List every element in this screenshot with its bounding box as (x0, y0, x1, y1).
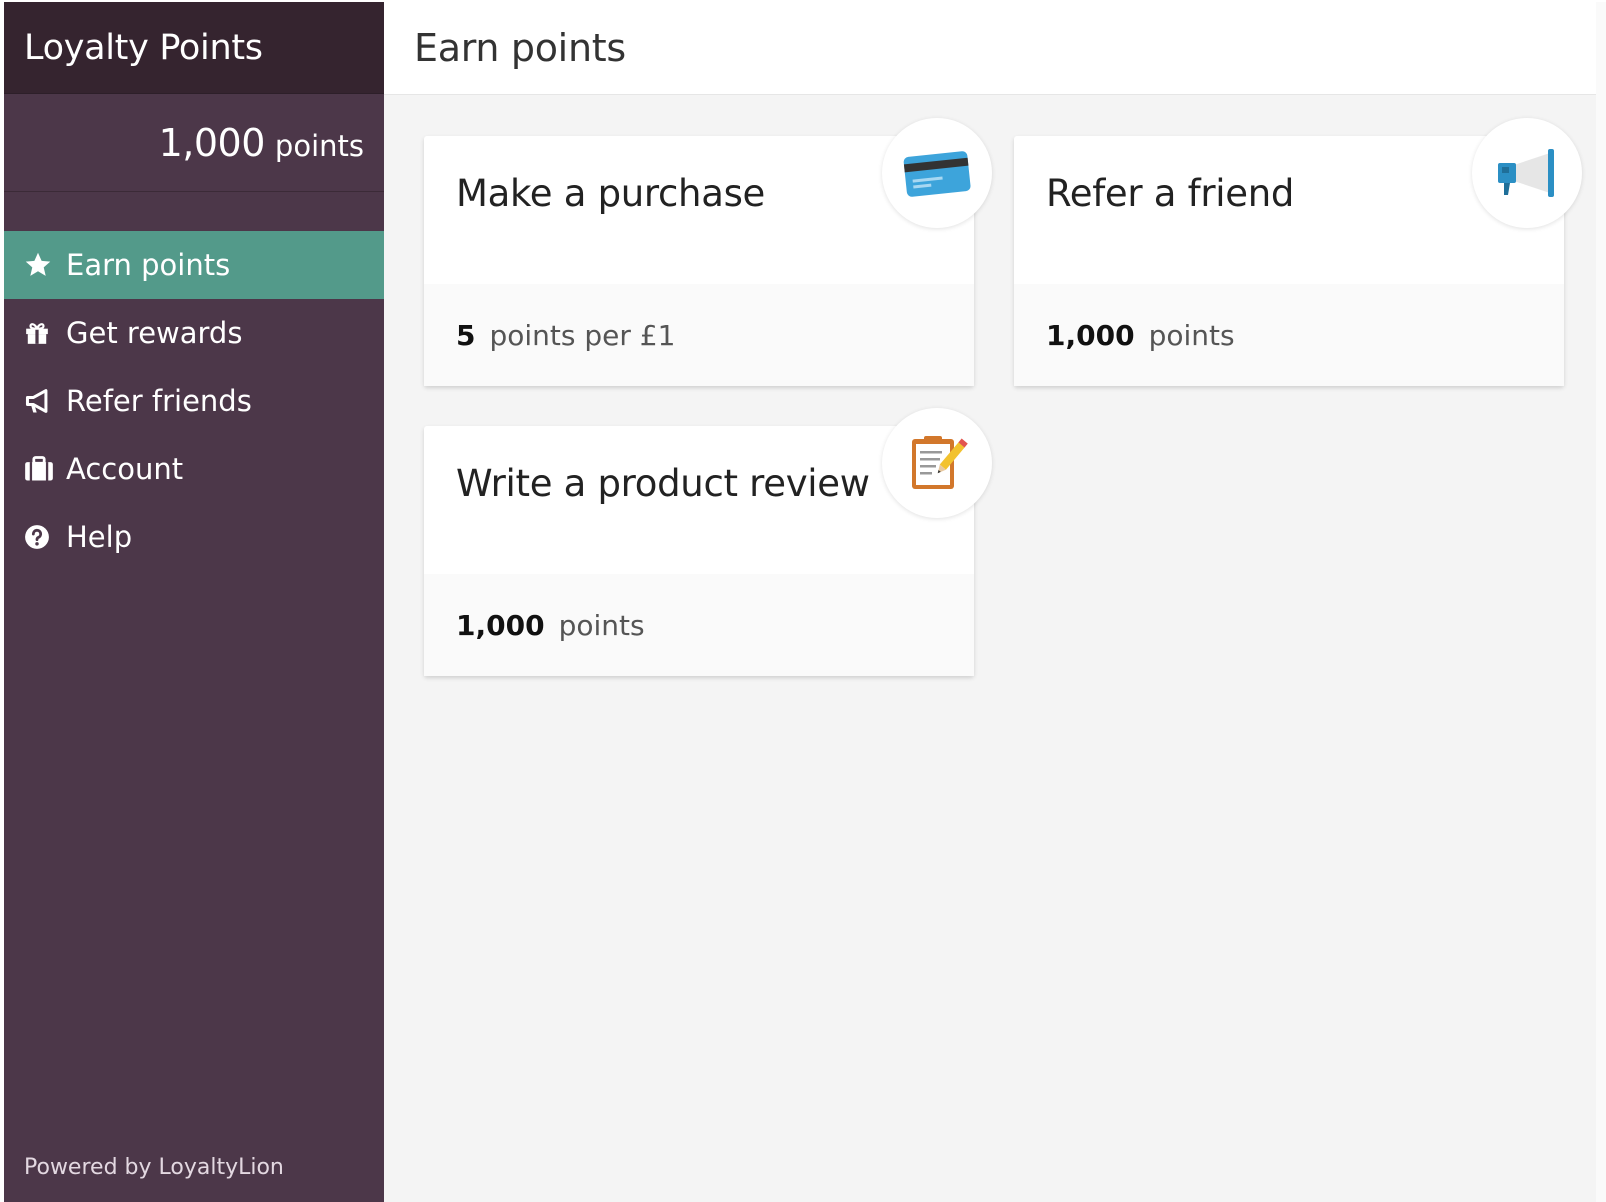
megaphone-icon (24, 387, 64, 415)
card-title: Refer a friend (1046, 172, 1295, 215)
card-points-value: 1,000 (1046, 318, 1135, 352)
briefcase-icon (24, 455, 64, 483)
points-balance-unit: points (274, 128, 364, 163)
sidebar-item-help[interactable]: Help (4, 503, 384, 571)
card-title: Make a purchase (456, 172, 766, 215)
main-header: Earn points (384, 2, 1606, 95)
sidebar-item-label: Get rewards (66, 316, 243, 350)
question-circle-icon (24, 524, 64, 550)
gift-icon (24, 320, 64, 346)
card-make-purchase[interactable]: Make a purchase 5 points per £1 (424, 118, 992, 386)
sidebar-item-account[interactable]: Account (4, 435, 384, 503)
sidebar-item-refer-friends[interactable]: Refer friends (4, 367, 384, 435)
app-title: Loyalty Points (24, 27, 263, 68)
sidebar-item-label: Refer friends (66, 384, 252, 418)
sidebar-nav: Earn points Get rewards Refer friends Ac… (4, 231, 384, 571)
card-write-review[interactable]: Write a product review 1,000 points (424, 408, 992, 676)
star-icon (24, 251, 64, 279)
card-refer-friend[interactable]: Refer a friend 1,000 points (1014, 118, 1582, 386)
main-content: Earn points Make a purchase 5 points per… (384, 2, 1606, 1202)
page-title: Earn points (414, 26, 626, 70)
card-points-value: 1,000 (456, 608, 545, 642)
scrollbar-track[interactable] (1596, 2, 1606, 1202)
credit-card-icon (882, 118, 992, 228)
card-footer: 1,000 points (1014, 284, 1564, 386)
powered-by-footer[interactable]: Powered by LoyaltyLion (24, 1155, 284, 1180)
points-balance: 1,000 points (4, 94, 384, 192)
sidebar: Loyalty Points 1,000 points Earn points … (4, 2, 384, 1202)
sidebar-header: Loyalty Points (4, 2, 384, 94)
sidebar-item-label: Help (66, 520, 133, 554)
card-points-text: points (558, 608, 645, 642)
points-balance-value: 1,000 (158, 120, 266, 165)
card-footer: 5 points per £1 (424, 284, 974, 386)
sidebar-item-get-rewards[interactable]: Get rewards (4, 299, 384, 367)
clipboard-pencil-icon (882, 408, 992, 518)
card-points-text: points per £1 (489, 318, 676, 352)
card-points-value: 5 (456, 318, 476, 352)
megaphone-icon (1472, 118, 1582, 228)
card-points-text: points (1148, 318, 1235, 352)
card-footer: 1,000 points (424, 574, 974, 676)
sidebar-item-label: Earn points (66, 248, 231, 282)
sidebar-item-label: Account (66, 452, 184, 486)
card-title: Write a product review (456, 462, 870, 505)
loyalty-app: Loyalty Points 1,000 points Earn points … (4, 2, 1606, 1202)
sidebar-item-earn-points[interactable]: Earn points (4, 231, 384, 299)
